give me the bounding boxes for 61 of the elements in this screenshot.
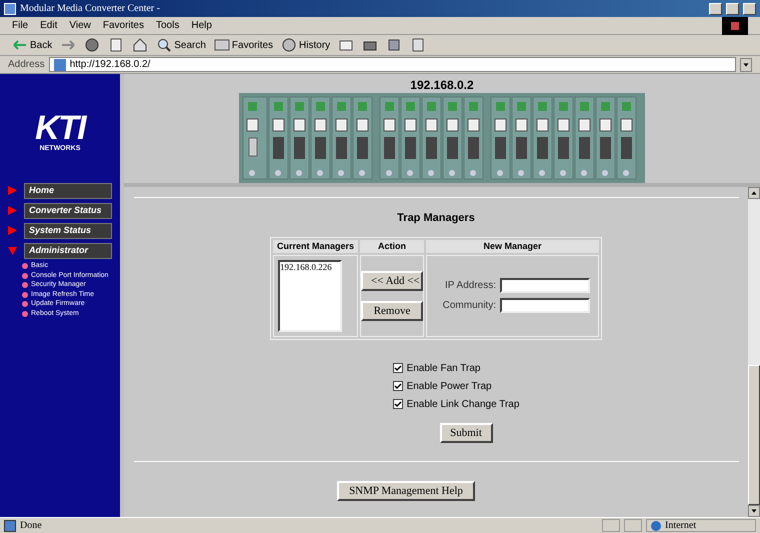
help-button[interactable]: SNMP Management Help — [337, 480, 475, 500]
menu-item[interactable]: Favorites — [102, 18, 144, 33]
column-header: Action — [360, 240, 424, 252]
logo-title: KTI — [35, 112, 85, 144]
nav-button[interactable]: Converter Status — [24, 202, 112, 218]
checkbox[interactable] — [392, 381, 403, 391]
field-label: IP Address: — [445, 279, 496, 293]
action-button[interactable]: Remove — [361, 300, 424, 320]
menu-item[interactable]: Tools — [156, 18, 180, 33]
checkbox-label: Enable Link Change Trap — [406, 398, 520, 412]
menu-item[interactable]: File — [12, 18, 28, 33]
managers-list[interactable]: 192.168.0.226 — [278, 260, 342, 332]
nav-button[interactable]: System Status — [24, 222, 112, 238]
field-label: Community: — [442, 299, 496, 313]
restore-button[interactable] — [726, 2, 739, 14]
home-button[interactable] — [132, 37, 148, 53]
action-button[interactable]: << Add << — [361, 270, 424, 290]
search-button[interactable]: Search — [156, 37, 206, 53]
scroll-down-icon[interactable] — [748, 505, 760, 517]
minimize-button[interactable] — [709, 2, 722, 14]
checkbox[interactable] — [392, 399, 403, 409]
menu-item[interactable]: View — [69, 18, 91, 33]
nav-button[interactable]: Administrator — [24, 242, 112, 258]
checkbox[interactable] — [392, 363, 403, 373]
section-title: Trap Managers — [397, 211, 475, 226]
nav-button[interactable]: Home — [24, 182, 112, 198]
input-field[interactable] — [500, 298, 590, 313]
device-ip: 192.168.0.2 — [410, 78, 474, 93]
status-pane — [624, 519, 642, 532]
bullet-icon — [22, 301, 28, 308]
zone-text: Internet — [665, 519, 696, 533]
bullet-icon — [22, 263, 28, 270]
bullet-icon — [22, 272, 28, 279]
input-field[interactable] — [500, 278, 590, 293]
back-button[interactable]: Back — [12, 37, 52, 53]
bullet-icon — [22, 292, 28, 298]
address-label: Address — [8, 58, 45, 72]
checkbox-label: Enable Power Trap — [406, 380, 492, 394]
scroll-up-icon[interactable] — [748, 187, 760, 199]
scroll-thumb[interactable] — [748, 365, 760, 505]
window-title: Modular Media Converter Center - — [20, 2, 161, 16]
checkbox-label: Enable Fan Trap — [406, 362, 480, 376]
home-icon — [132, 37, 148, 53]
bullet-icon — [22, 282, 28, 288]
bullet-icon — [22, 310, 28, 317]
column-header: New Manager — [426, 240, 599, 252]
manager-entry[interactable]: 192.168.0.226 — [280, 262, 340, 272]
menu-item[interactable]: Edit — [40, 18, 58, 33]
favorites-button[interactable]: Favorites — [214, 37, 274, 53]
scrollbar[interactable] — [748, 187, 760, 517]
status-pane — [602, 519, 620, 532]
history-button[interactable]: History — [281, 37, 330, 53]
browser-icon — [4, 2, 16, 14]
close-button[interactable] — [743, 2, 756, 14]
column-header: Current Managers — [273, 240, 358, 252]
page-icon — [4, 520, 16, 532]
search-icon — [156, 37, 172, 53]
menu-item[interactable]: Help — [191, 18, 212, 33]
status-text: Done — [20, 519, 43, 533]
address-field[interactable]: http://192.168.0.2/ — [48, 57, 736, 72]
submit-button[interactable]: Submit — [440, 422, 492, 442]
